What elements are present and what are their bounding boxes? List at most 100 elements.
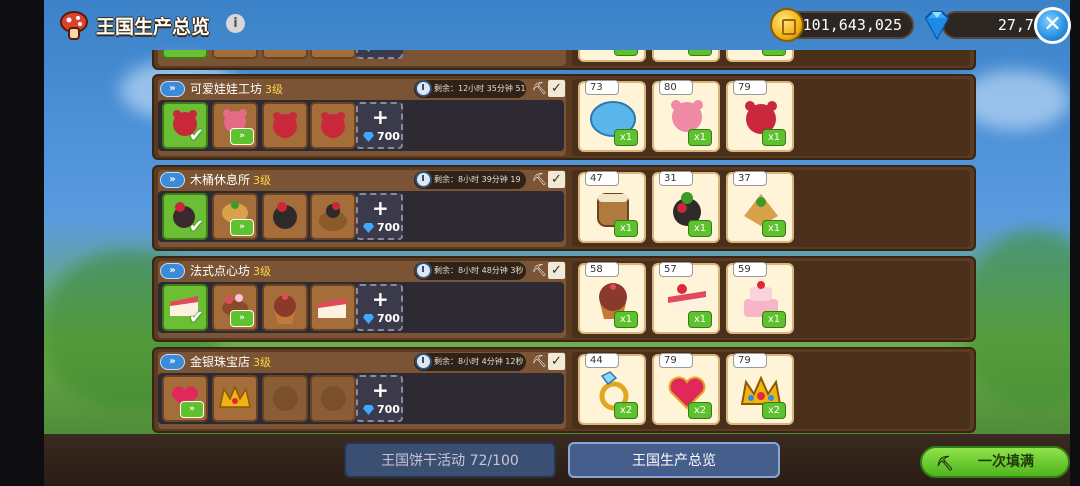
building-list[interactable]: 700 x1 x1 x1 » 可爱娃娃工坊3级 剩余：12小时 35分钟 51秒… [152, 50, 976, 433]
checkbox[interactable]: ✓ [548, 262, 565, 279]
stock-qty: x1 [688, 129, 712, 146]
stock-item-wooden-barrel[interactable]: 47 x1 [578, 171, 646, 243]
stock-qty: x1 [762, 129, 786, 146]
coin-icon [770, 8, 804, 42]
stock-count: 80 [659, 80, 693, 95]
queue-slot[interactable] [212, 50, 258, 59]
clock-icon [415, 80, 432, 97]
stock-item-heart-necklace[interactable]: 79 x2 [652, 353, 720, 425]
pickaxe-icon[interactable]: ⛏ [532, 354, 547, 368]
clock-icon [415, 353, 432, 370]
queue-slot-empty[interactable] [262, 375, 308, 422]
stock-count: 31 [659, 171, 693, 186]
add-slot-button[interactable]: + 700 [356, 102, 403, 149]
add-slot-button[interactable]: 700 [356, 50, 403, 59]
queue-slot-red-bear-doll[interactable]: ✔ [162, 102, 208, 149]
speed-up-icon[interactable]: » [230, 128, 254, 145]
add-slot-cost: 700 [362, 130, 400, 143]
stock-item-chocolate-cupcake[interactable]: 58 x1 [578, 262, 646, 334]
stock-qty: x1 [688, 311, 712, 328]
queue-slot-gold-crown[interactable] [212, 375, 258, 422]
speed-up-icon[interactable]: » [230, 310, 254, 327]
queue-slot-macaron-stack[interactable]: » [212, 284, 258, 331]
stock-item-diamond-ring[interactable]: 44 x2 [578, 353, 646, 425]
queue-slot-berry-bottle[interactable]: ✔ [162, 193, 208, 240]
pickaxe-icon[interactable]: ⛏ [532, 81, 547, 95]
pickaxe-icon[interactable]: ⛏ [532, 263, 547, 277]
checkbox[interactable]: ✓ [548, 171, 565, 188]
queue-slot-empty[interactable] [310, 375, 356, 422]
speed-up-icon[interactable]: » [180, 401, 204, 418]
queue-slot-bread-plate[interactable]: » [212, 193, 258, 240]
checkbox[interactable]: ✓ [548, 80, 565, 97]
queue-slot-cupcake[interactable] [262, 284, 308, 331]
plus-icon: + [372, 287, 389, 311]
queue-slot-berry-bottle[interactable] [262, 193, 308, 240]
queue-slot-pink-bear-doll[interactable]: » [212, 102, 258, 149]
stock-item-red-bear-doll[interactable]: 79 x1 [726, 80, 794, 152]
expand-chevron-icon[interactable]: » [160, 354, 185, 370]
queue-slot-red-bear-doll[interactable] [310, 102, 356, 149]
stock-item[interactable]: x1 [726, 50, 794, 62]
stock-qty: x1 [762, 311, 786, 328]
tab-kingdom-cookie-events[interactable]: 王国饼干活动 72/100 [344, 442, 556, 478]
red-bear-doll-icon [273, 112, 297, 138]
fill-all-label: 一次填满 [978, 454, 1034, 470]
building-row: » 金银珠宝店3级 剩余：8小时 4分钟 12秒 ⛏ ✓ » + 700 44 [152, 347, 976, 433]
building-row: » 木桶休息所3级 剩余：8小时 39分钟 19秒 ⛏ ✓ ✔ » + [152, 165, 976, 251]
fill-all-button[interactable]: ⛏ 一次填满 [920, 446, 1070, 478]
building-name: 金银珠宝店 3级 [190, 355, 272, 369]
queue-slot-berry-basket[interactable] [310, 193, 356, 240]
bg-cloud [960, 70, 1070, 130]
stock-item[interactable]: x1 [652, 50, 720, 62]
red-bear-doll-icon [321, 112, 345, 138]
queue-slot-cake-slice[interactable]: ✔ [162, 284, 208, 331]
stock-item[interactable]: x1 [578, 50, 646, 62]
tab-production-overview[interactable]: 王国生产总览 [568, 442, 780, 478]
game-screen: 王国生产总览 i 101,643,025 27,720 ✕ 700 x1 x1 … [0, 0, 1080, 486]
building-level: 3级 [265, 83, 284, 96]
add-slot-cost: 700 [362, 312, 400, 325]
done-check-icon: ✔ [188, 307, 204, 328]
pickaxe-icon[interactable]: ⛏ [532, 172, 547, 186]
mushroom-logo-icon [60, 11, 88, 40]
queue-slot[interactable] [310, 50, 356, 59]
stock-item-strawberry-cake-slice[interactable]: 57 x1 [652, 262, 720, 334]
berry-bottle-icon [273, 202, 297, 229]
stock-item-bread-plate[interactable]: 37 x1 [726, 171, 794, 243]
stock-qty: x1 [688, 220, 712, 237]
stock-count: 79 [733, 353, 767, 368]
stock-qty: x1 [762, 220, 786, 237]
speed-up-icon[interactable]: » [230, 219, 254, 236]
pickaxe-icon: ⛏ [936, 456, 954, 472]
plus-icon: + [372, 378, 389, 402]
stock-item-gold-crown[interactable]: 79 x2 [726, 353, 794, 425]
expand-chevron-icon[interactable]: » [160, 263, 185, 279]
queue-slot-cake-slice[interactable] [310, 284, 356, 331]
add-slot-cost: 700 [362, 403, 400, 416]
plus-icon: + [372, 105, 389, 129]
stock-item-blue-pillow[interactable]: 73 x1 [578, 80, 646, 152]
stock-item-berry-bottle[interactable]: 31 x1 [652, 171, 720, 243]
building-row: » 可爱娃娃工坊3级 剩余：12小时 35分钟 51秒 ⛏ ✓ ✔ » + [152, 74, 976, 160]
add-slot-button[interactable]: + 700 [356, 375, 403, 422]
info-icon[interactable]: i [226, 14, 245, 33]
stock-qty: x2 [762, 402, 786, 419]
gem-icon [924, 11, 950, 41]
queue-slot[interactable] [162, 50, 208, 59]
stock-item-layer-cake[interactable]: 59 x1 [726, 262, 794, 334]
stock-qty: x1 [614, 220, 638, 237]
expand-chevron-icon[interactable]: » [160, 81, 185, 97]
bottom-bar: 王国饼干活动 72/100 王国生产总览 ⛏ 一次填满 [44, 434, 1070, 486]
queue-slot[interactable] [262, 50, 308, 59]
add-slot-button[interactable]: + 700 [356, 284, 403, 331]
queue-slot-red-bear-doll[interactable] [262, 102, 308, 149]
stock-item-pink-bear-doll[interactable]: 80 x1 [652, 80, 720, 152]
stock-qty: x2 [688, 402, 712, 419]
close-button[interactable]: ✕ [1034, 7, 1071, 44]
checkbox[interactable]: ✓ [548, 353, 565, 370]
expand-chevron-icon[interactable]: » [160, 172, 185, 188]
clock-icon [415, 171, 432, 188]
add-slot-button[interactable]: + 700 [356, 193, 403, 240]
queue-slot-heart-necklace[interactable]: » [162, 375, 208, 422]
